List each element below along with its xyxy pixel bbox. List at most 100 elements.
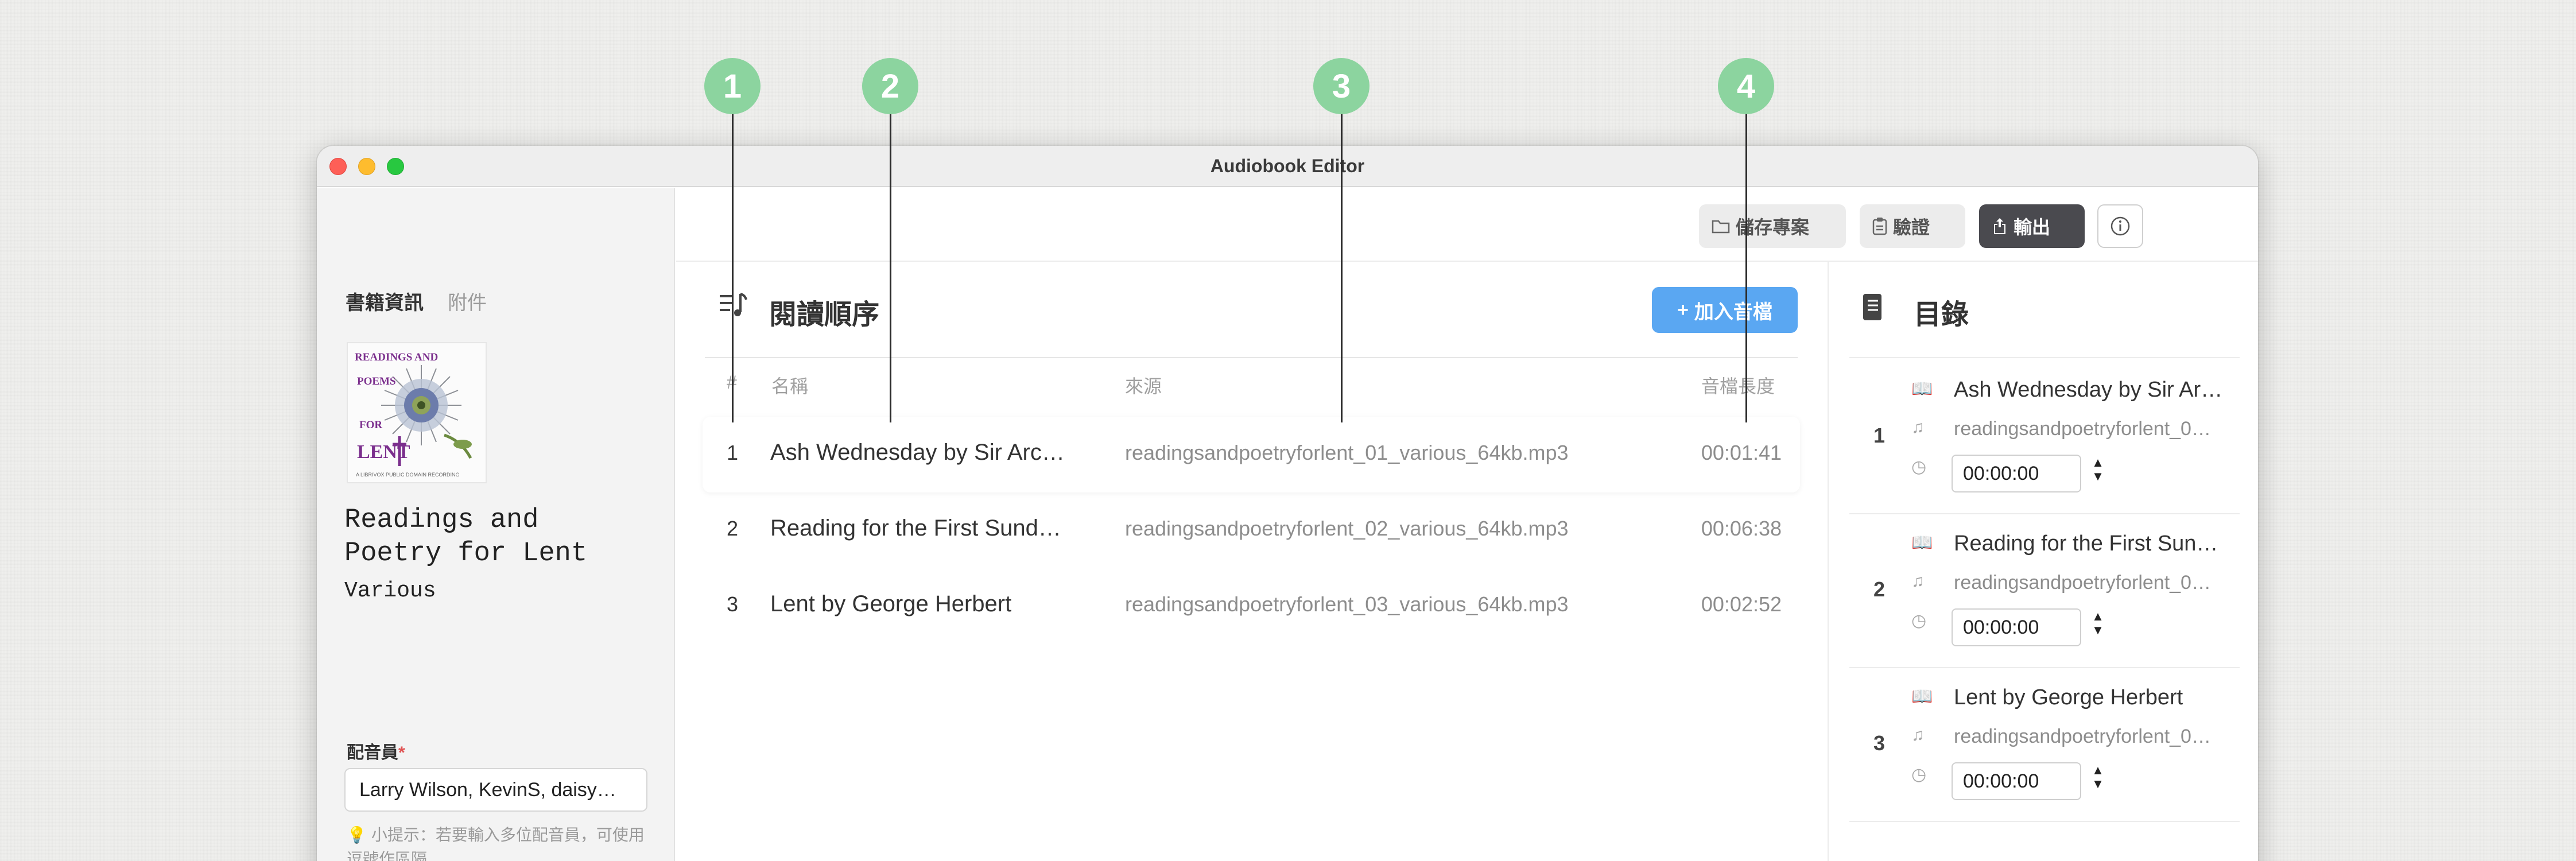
add-audio-button[interactable]: + 加入音檔 [1652,287,1798,333]
stepper-down-icon[interactable]: ▼ [2092,623,2104,637]
title-bar: Audiobook Editor [317,146,2258,187]
toc-divider [1849,357,2240,358]
hint-text: 小提示：若要輸入多位配音員，可使用逗號作區隔 [347,826,645,861]
tab-attachments[interactable]: 附件 [448,287,487,315]
toc-item-1-source: readingsandpoetryforlent_0… [1954,418,2211,440]
save-project-button[interactable]: 儲存專案 [1699,204,1846,248]
toc-item-1-name[interactable]: Ash Wednesday by Sir Ar… [1954,378,2229,402]
row-2-duration: 00:06:38 [1701,517,1782,540]
toc-item-3-name[interactable]: Lent by George Herbert [1954,685,2229,710]
toc-item-3-number: 3 [1873,731,1886,755]
toolbar: 儲存專案 驗證 輸出 [676,188,2258,262]
close-window-button[interactable] [329,158,347,175]
book-title: Readings and Poetry for Lent [344,505,588,569]
book-icon: 📖 [1911,379,1933,398]
row-1-name[interactable]: Ash Wednesday by Sir Arc… [770,440,1080,466]
narrator-input[interactable]: Larry Wilson, KevinS, daisy… [344,768,647,812]
toc-item-1-number: 1 [1873,424,1886,447]
callout-marker-4: 4 [1718,58,1774,114]
sidebar-tabs: 書籍資訊 附件 [346,287,487,315]
callout-marker-1: 1 [704,58,761,114]
callout-marker-2: 2 [862,58,918,114]
book-cover: READINGS AND POEMS FOR LENT A LIBRIVOX P… [347,342,487,483]
music-note-icon: ♫ [1911,418,1925,437]
header-divider [705,357,1798,358]
cover-art: READINGS AND POEMS FOR LENT A LIBRIVOX P… [348,343,486,482]
cover-text-2: POEMS [357,375,396,387]
music-note-icon: ♫ [1911,726,1925,744]
export-button[interactable]: 輸出 [1979,204,2085,248]
row-3-duration: 00:02:52 [1701,592,1782,616]
info-button[interactable] [2097,204,2143,248]
stepper-down-icon[interactable]: ▼ [2092,470,2104,483]
export-icon [1994,218,2005,234]
row-3-name[interactable]: Lent by George Herbert [770,591,1080,617]
clock-icon: ◷ [1911,457,1927,476]
toc-item-3-time-input[interactable]: 00:00:00 [1952,762,2081,800]
column-header-source: 來源 [1125,376,1162,397]
music-note-icon: ♫ [1911,572,1925,591]
callout-line-4 [1745,113,1747,422]
required-marker: * [398,743,405,762]
verify-label: 驗證 [1893,217,1930,238]
row-2-source: readingsandpoetryforlent_02_various_64kb… [1125,517,1569,540]
info-icon [2111,216,2130,236]
book-icon: 📖 [1911,533,1933,552]
column-header-name: 名稱 [771,376,809,397]
toc-item-2-source: readingsandpoetryforlent_0… [1954,572,2211,594]
reading-order-title: 閱讀順序 [769,300,880,330]
book-author: Various [344,579,436,603]
clock-icon: ◷ [1911,611,1927,630]
time-stepper[interactable]: ▲ ▼ [2089,610,2106,639]
row-2-number: 2 [727,517,739,540]
traffic-lights [329,158,404,175]
stepper-down-icon[interactable]: ▼ [2092,777,2104,791]
cover-text-1: READINGS AND [355,351,438,363]
stepper-up-icon[interactable]: ▲ [2092,763,2104,777]
row-3-number: 3 [727,592,739,616]
toc-item-2-time-input[interactable]: 00:00:00 [1952,608,2081,646]
stepper-up-icon[interactable]: ▲ [2092,610,2104,623]
clipboard-icon [1872,218,1887,235]
callout-marker-3: 3 [1313,58,1370,114]
toc-divider [1849,821,2240,822]
tab-book-info[interactable]: 書籍資訊 [346,287,424,315]
toc-divider [1849,667,2240,668]
folder-icon [1712,220,1730,234]
row-1-duration: 00:01:41 [1701,441,1782,464]
time-stepper[interactable]: ▲ ▼ [2089,456,2106,486]
export-label: 輸出 [2014,217,2051,238]
minimize-window-button[interactable] [358,158,375,175]
callout-line-3 [1341,113,1343,422]
narrator-hint: 💡 小提示：若要輸入多位配音員，可使用逗號作區隔 [347,823,645,861]
toc-item-2-number: 2 [1873,577,1886,601]
notebook-icon [1861,293,1884,328]
stepper-up-icon[interactable]: ▲ [2092,456,2104,470]
cover-text-5: A LIBRIVOX PUBLIC DOMAIN RECORDING [356,472,460,478]
time-stepper[interactable]: ▲ ▼ [2089,763,2106,793]
lightbulb-icon: 💡 [347,826,367,844]
narrator-label: 配音員* [347,738,405,763]
playlist-icon [719,292,748,324]
callout-line-1 [732,113,734,422]
toc-panel: 目錄 📖 Ash Wednesday by Sir Ar… 1 ♫ readin… [1828,262,2258,861]
row-2-name[interactable]: Reading for the First Sund… [770,515,1080,541]
callout-line-2 [890,113,891,422]
toc-title: 目錄 [1914,300,1969,330]
row-3-source: readingsandpoetryforlent_03_various_64kb… [1125,592,1569,616]
column-header-duration: 音檔長度 [1701,376,1775,397]
toc-item-1-time-input[interactable]: 00:00:00 [1952,455,2081,492]
row-1-source: readingsandpoetryforlent_01_various_64kb… [1125,441,1569,464]
cover-text-3: FOR [359,419,382,431]
zoom-window-button[interactable] [387,158,404,175]
narrator-label-text: 配音員 [347,743,398,762]
add-audio-label: 加入音檔 [1694,301,1772,323]
sidebar: 書籍資訊 附件 READINGS AND POEMS FOR LENT A LI… [317,188,675,861]
toc-item-2-name[interactable]: Reading for the First Sun… [1954,532,2229,556]
book-icon: 📖 [1911,687,1933,706]
verify-button[interactable]: 驗證 [1860,204,1965,248]
row-1-number: 1 [727,441,739,464]
plus-icon: + [1677,298,1689,321]
toc-divider [1849,513,2240,514]
clock-icon: ◷ [1911,765,1927,784]
